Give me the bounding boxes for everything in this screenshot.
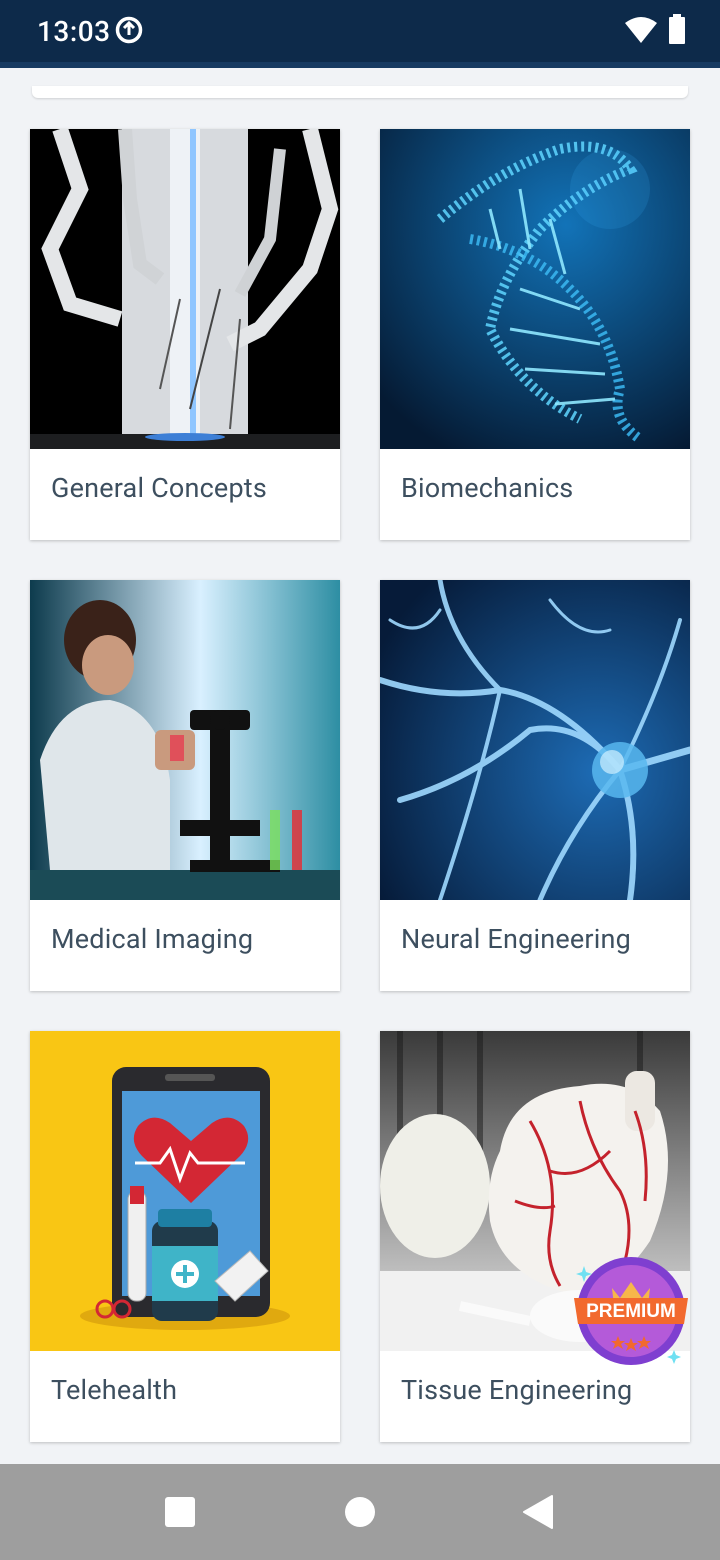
premium-badge[interactable]: PREMIUM: [574, 1254, 688, 1368]
neuron-image: [380, 580, 690, 900]
circle-icon: [345, 1497, 375, 1527]
recents-button[interactable]: [164, 1496, 196, 1532]
status-bar: 13:03: [0, 0, 720, 68]
square-icon: [165, 1497, 195, 1527]
topic-card-telehealth[interactable]: Telehealth: [30, 1031, 340, 1442]
topic-card-general-concepts[interactable]: General Concepts: [30, 129, 340, 540]
telehealth-phone-image: [30, 1031, 340, 1351]
search-bar[interactable]: [32, 86, 688, 98]
premium-badge-label: PREMIUM: [586, 1301, 676, 1322]
dna-helix-image: [380, 129, 690, 449]
lab-scientist-image: [30, 580, 340, 900]
topic-card-biomechanics[interactable]: Biomechanics: [380, 129, 690, 540]
topic-label: Medical Imaging: [51, 923, 254, 955]
back-button[interactable]: [522, 1494, 554, 1534]
data-saver-icon: [115, 16, 143, 44]
back-triangle-icon: [523, 1495, 553, 1529]
topic-label: Tissue Engineering: [401, 1374, 633, 1406]
topic-label: General Concepts: [51, 472, 267, 504]
topic-label: Telehealth: [51, 1374, 178, 1406]
clock-time: 13:03: [37, 15, 111, 48]
home-button[interactable]: [344, 1496, 376, 1532]
topic-card-tissue-engineering[interactable]: Tissue Engineering: [380, 1031, 690, 1442]
topic-label: Neural Engineering: [401, 923, 631, 955]
wifi-icon: [625, 17, 657, 43]
battery-icon: [669, 14, 685, 44]
system-navigation-bar: [0, 1464, 720, 1560]
topic-card-neural-engineering[interactable]: Neural Engineering: [380, 580, 690, 991]
topic-card-medical-imaging[interactable]: Medical Imaging: [30, 580, 340, 991]
surgical-robot-image: [30, 129, 340, 449]
topic-label: Biomechanics: [401, 472, 574, 504]
